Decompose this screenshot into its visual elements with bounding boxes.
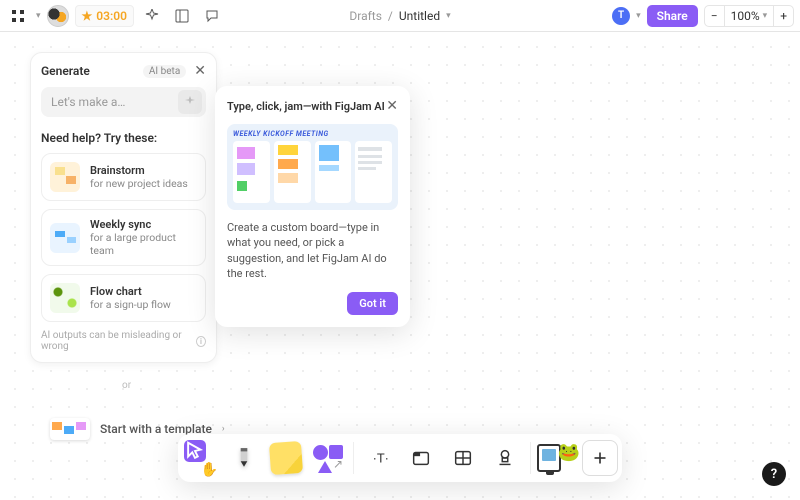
chevron-down-icon[interactable]: ▾ (36, 11, 41, 21)
ai-intro-tooltip: Type, click, jam—with FigJam AI ✕ WEEKLY… (215, 86, 410, 327)
chevron-right-icon: › (222, 424, 225, 434)
tooltip-title: Type, click, jam—with FigJam AI (227, 100, 385, 113)
suggestion-title: Flow chart (90, 285, 171, 298)
breadcrumb-root[interactable]: Drafts (349, 9, 382, 23)
chevron-down-icon[interactable]: ▾ (446, 11, 451, 21)
stamp-tool[interactable] (485, 438, 525, 478)
prompt-placeholder: Let's make a… (51, 95, 178, 109)
top-right-controls: T ▾ Share − 100% ▾ + (612, 5, 794, 27)
chevron-down-icon: ▾ (763, 11, 768, 21)
sparkle-icon (183, 95, 197, 109)
generate-title: Generate (41, 64, 90, 78)
comment-icon (205, 9, 219, 23)
breadcrumb-separator: / (388, 9, 393, 23)
prompt-input[interactable]: Let's make a… (41, 87, 206, 117)
top-bar: ▾ ★ 03:00 Drafts / Untitled ▾ T ▾ Share … (0, 0, 800, 32)
timer[interactable]: ★ 03:00 (75, 5, 134, 27)
close-icon[interactable]: ✕ (386, 98, 398, 114)
info-icon[interactable]: i (196, 336, 206, 347)
user-avatar[interactable]: T (612, 7, 630, 25)
marker-tool[interactable] (224, 438, 264, 478)
layout-button[interactable] (170, 4, 194, 28)
participants-avatars[interactable] (47, 5, 69, 27)
select-tool[interactable]: ✋ (182, 438, 222, 478)
plus-icon (589, 447, 611, 469)
generate-header: Generate AI beta ✕ (41, 63, 206, 79)
suggestion-subtitle: for new project ideas (90, 177, 188, 190)
suggestion-subtitle: for a sign-up flow (90, 298, 171, 311)
weekly-sync-icon (50, 223, 80, 253)
suggestion-brainstorm[interactable]: Brainstorm for new project ideas (41, 153, 206, 201)
zoom-controls: − 100% ▾ + (704, 5, 794, 27)
frog-sticker-icon: 🐸 (558, 442, 580, 463)
help-button[interactable]: ? (762, 462, 786, 486)
stamp-icon (494, 447, 516, 469)
timer-value: 03:00 (96, 9, 127, 23)
zoom-out-button[interactable]: − (705, 6, 724, 26)
bottom-toolbar: ✋ ↗ ·T· 🐸 (178, 434, 622, 482)
share-button[interactable]: Share (647, 5, 698, 27)
layout-icon (175, 9, 189, 23)
svg-text:·T·: ·T· (373, 451, 389, 466)
generate-panel: Generate AI beta ✕ Let's make a… Need he… (30, 52, 217, 363)
zoom-in-button[interactable]: + (773, 6, 793, 26)
got-it-button[interactable]: Got it (347, 292, 398, 315)
suggestion-weekly-sync[interactable]: Weekly sync for a large product team (41, 209, 206, 266)
or-divider: or (122, 380, 131, 391)
sparkle-icon (145, 9, 159, 23)
shapes-tool[interactable]: ↗ (308, 438, 348, 478)
template-thumbnail-icon (50, 418, 90, 440)
disclaimer-text: AI outputs can be misleading or wrong (41, 330, 192, 352)
suggestion-flow-chart[interactable]: Flow chart for a sign-up flow (41, 274, 206, 322)
zoom-level[interactable]: 100% ▾ (724, 6, 774, 26)
ai-sparkle-button[interactable] (140, 4, 164, 28)
text-tool[interactable]: ·T· (359, 438, 399, 478)
sticky-note-tool[interactable] (269, 441, 303, 475)
pencil-icon (233, 447, 255, 469)
timer-star-icon: ★ (82, 9, 93, 23)
suggestion-title: Weekly sync (90, 218, 197, 231)
main-menu-button[interactable] (6, 4, 30, 28)
suggestion-title: Brainstorm (90, 164, 188, 177)
section-tool[interactable] (401, 438, 441, 478)
text-icon: ·T· (368, 447, 390, 469)
tooltip-body: Create a custom board—type in what you n… (227, 220, 398, 282)
generate-submit-button[interactable] (178, 90, 202, 114)
cursor-icon (184, 440, 206, 462)
toolbar-separator (530, 442, 531, 474)
breadcrumb-current[interactable]: Untitled (399, 9, 440, 23)
ai-beta-badge: AI beta (143, 65, 186, 78)
suggestions-heading: Need help? Try these: (41, 131, 206, 145)
table-icon (452, 447, 474, 469)
table-tool[interactable] (443, 438, 483, 478)
toolbar-separator (353, 442, 354, 474)
suggestion-subtitle: for a large product team (90, 231, 197, 257)
preview-caption: WEEKLY KICKOFF MEETING (233, 130, 392, 138)
breadcrumb: Drafts / Untitled ▾ (349, 9, 450, 23)
brainstorm-icon (50, 162, 80, 192)
grid-icon (11, 9, 25, 23)
hand-icon: ✋ (201, 462, 218, 478)
more-tools-button[interactable] (582, 440, 618, 476)
chevron-down-icon[interactable]: ▾ (636, 11, 641, 21)
section-icon (410, 447, 432, 469)
zoom-value: 100% (731, 9, 760, 23)
close-icon[interactable]: ✕ (194, 63, 206, 79)
ai-disclaimer: AI outputs can be misleading or wrong i (41, 330, 206, 352)
tooltip-preview-image: WEEKLY KICKOFF MEETING (227, 124, 398, 210)
flow-chart-icon (50, 283, 80, 313)
sticker-tool[interactable]: 🐸 (536, 438, 580, 478)
shapes-icon: ↗ (313, 443, 343, 473)
comment-button[interactable] (200, 4, 224, 28)
